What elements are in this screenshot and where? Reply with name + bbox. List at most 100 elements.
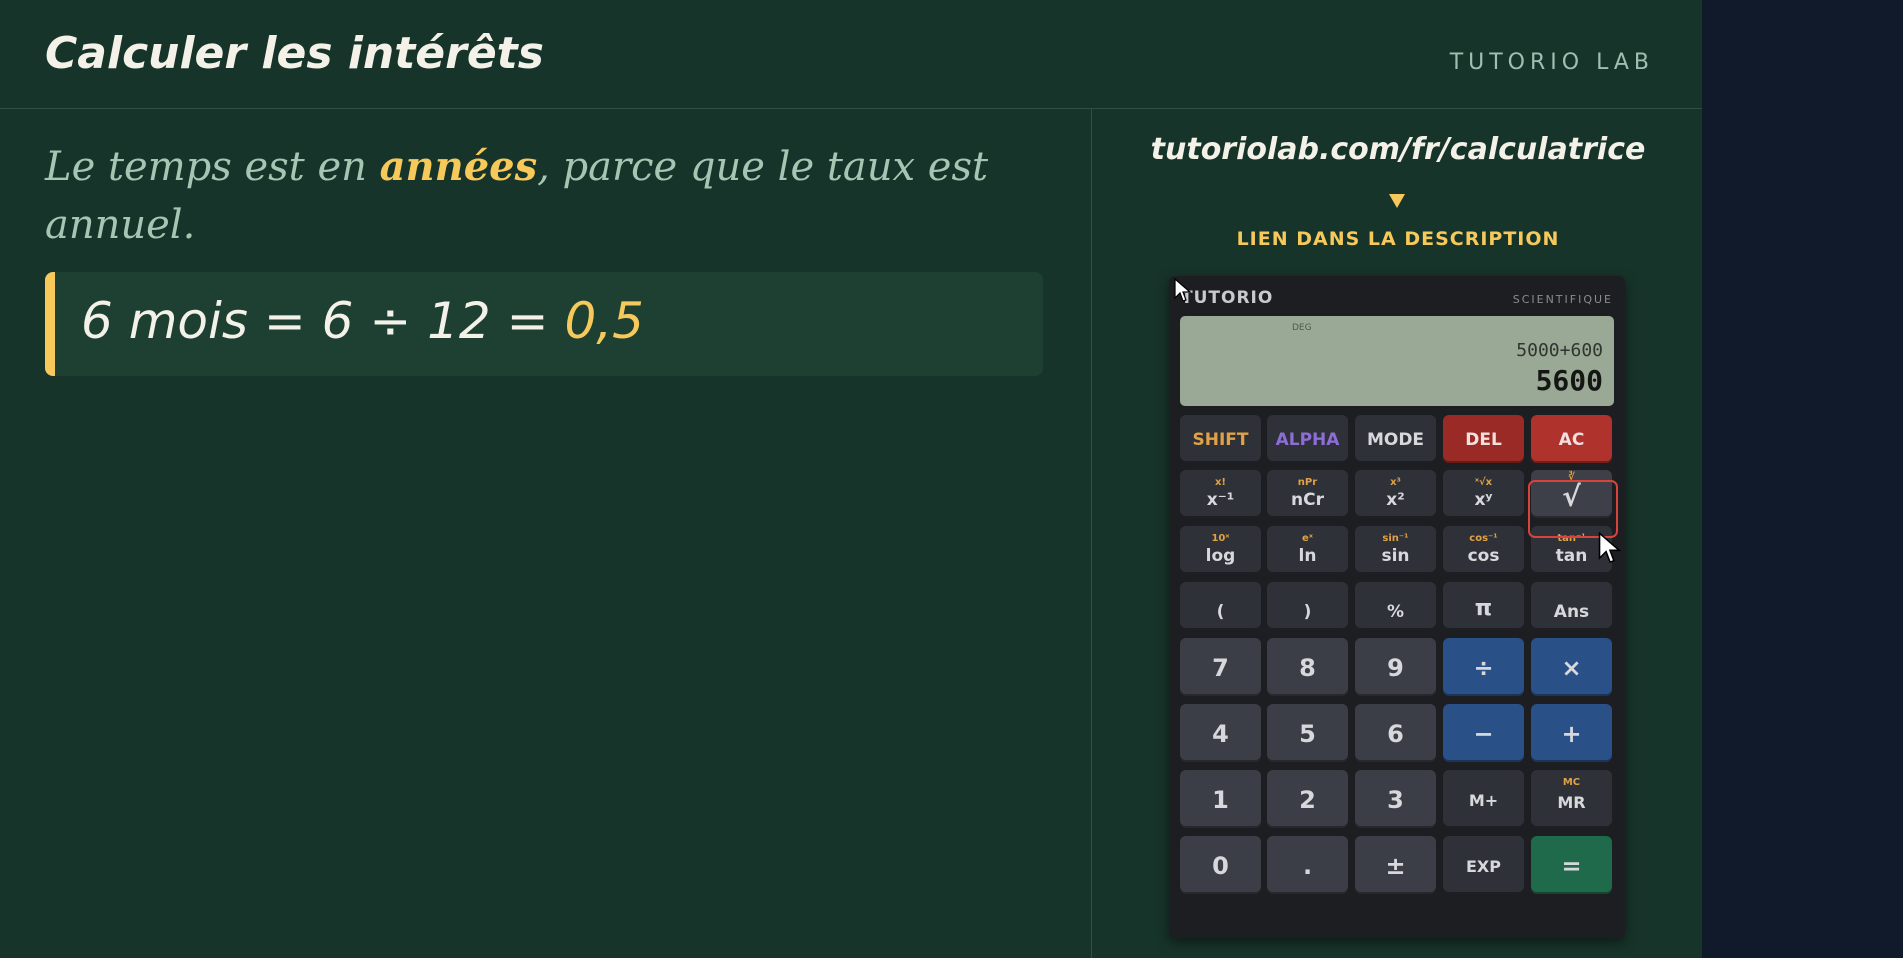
minus-key[interactable]: − <box>1443 704 1524 762</box>
del-key-label: DEL <box>1465 430 1502 450</box>
formula-answer: 0,5 <box>564 292 644 350</box>
digit-8-label: 8 <box>1299 654 1316 682</box>
memory-recall-label: MR <box>1557 793 1586 812</box>
log-key[interactable]: 10ˣ log <box>1180 526 1261 574</box>
ac-key[interactable]: AC <box>1531 415 1612 463</box>
column-divider <box>1091 108 1092 958</box>
digit-7-key[interactable]: 7 <box>1180 638 1261 696</box>
ln-key[interactable]: eˣ ln <box>1267 526 1348 574</box>
factorial-sublabel: x! <box>1214 477 1226 488</box>
calculator-url: tutoriolab.com/fr/calculatrice <box>1150 132 1646 167</box>
equals-label: = <box>1561 852 1582 880</box>
mode-key[interactable]: MODE <box>1355 415 1436 463</box>
ten-power-sublabel: 10ˣ <box>1211 533 1230 544</box>
right-paren-label: ) <box>1303 602 1312 622</box>
memory-recall-key[interactable]: MC MR <box>1531 770 1612 828</box>
ans-label: Ans <box>1553 602 1590 622</box>
minus-label: − <box>1473 720 1494 748</box>
display-result: 5600 <box>1535 364 1603 397</box>
digit-5-key[interactable]: 5 <box>1267 704 1348 762</box>
ac-key-label: AC <box>1558 430 1585 450</box>
digit-3-label: 3 <box>1387 786 1404 814</box>
calculator-model: SCIENTIFIQUE <box>1512 293 1613 306</box>
sin-key[interactable]: sin⁻¹ sin <box>1355 526 1436 574</box>
divide-key[interactable]: ÷ <box>1443 638 1524 696</box>
arccos-sublabel: cos⁻¹ <box>1469 533 1498 544</box>
formula: 6 mois = 6 ÷ 12 = 0,5 <box>81 292 644 350</box>
square-key[interactable]: x³ x² <box>1355 470 1436 518</box>
explanation-highlight: années <box>379 143 538 190</box>
negate-key[interactable]: ± <box>1355 836 1436 894</box>
decimal-label: . <box>1302 852 1313 880</box>
memory-plus-key[interactable]: M+ <box>1443 770 1524 828</box>
calculator-display: DEG 5000+600 5600 <box>1180 316 1614 406</box>
pi-key[interactable]: π <box>1443 582 1524 630</box>
digit-7-label: 7 <box>1212 654 1229 682</box>
decimal-key[interactable]: . <box>1267 836 1348 894</box>
digit-5-label: 5 <box>1299 720 1316 748</box>
equals-key[interactable]: = <box>1531 836 1612 894</box>
percent-label: % <box>1386 602 1405 622</box>
digit-2-key[interactable]: 2 <box>1267 770 1348 828</box>
digit-0-key[interactable]: 0 <box>1180 836 1261 894</box>
del-key[interactable]: DEL <box>1443 415 1524 463</box>
right-margin <box>1702 0 1903 958</box>
mode-key-label: MODE <box>1366 430 1425 450</box>
ncr-key[interactable]: nPr nCr <box>1267 470 1348 518</box>
memory-clear-sublabel: MC <box>1562 777 1581 788</box>
pi-label: π <box>1474 596 1493 621</box>
square-key-label: x² <box>1386 490 1405 510</box>
plus-label: + <box>1561 720 1582 748</box>
explanation-part-1: Le temps est en <box>45 144 380 190</box>
calculator-brand: TUTORIO <box>1181 288 1274 308</box>
digit-9-key[interactable]: 9 <box>1355 638 1436 696</box>
negate-label: ± <box>1385 852 1406 880</box>
sqrt-key-highlight <box>1528 480 1618 538</box>
digit-1-label: 1 <box>1212 786 1229 814</box>
inverse-key[interactable]: x! x⁻¹ <box>1180 470 1261 518</box>
calculator: TUTORIO SCIENTIFIQUE DEG 5000+600 5600 S… <box>1169 276 1625 938</box>
digit-1-key[interactable]: 1 <box>1180 770 1261 828</box>
cos-key[interactable]: cos⁻¹ cos <box>1443 526 1524 574</box>
link-in-description-label: LIEN DANS LA DESCRIPTION <box>1236 228 1560 250</box>
npr-sublabel: nPr <box>1297 477 1318 488</box>
left-paren-label: ( <box>1216 602 1225 622</box>
exp-sublabel: eˣ <box>1302 533 1313 544</box>
digit-4-key[interactable]: 4 <box>1180 704 1261 762</box>
left-paren-key[interactable]: ( <box>1180 582 1261 630</box>
exp-label: EXP <box>1466 857 1501 876</box>
memory-plus-label: M+ <box>1468 791 1499 810</box>
digit-3-key[interactable]: 3 <box>1355 770 1436 828</box>
alpha-key[interactable]: ALPHA <box>1267 415 1348 463</box>
digit-6-label: 6 <box>1387 720 1404 748</box>
exp-key[interactable]: EXP <box>1443 836 1524 894</box>
multiply-key[interactable]: × <box>1531 638 1612 696</box>
slide-title: Calculer les intérêts <box>45 28 544 79</box>
slide-header: Calculer les intérêts TUTORIO LAB <box>0 0 1702 109</box>
arrow-down-icon <box>1389 194 1405 208</box>
explanation-text: Le temps est en années, parce que le tau… <box>45 138 1005 254</box>
digit-8-key[interactable]: 8 <box>1267 638 1348 696</box>
digit-4-label: 4 <box>1212 720 1229 748</box>
digit-6-key[interactable]: 6 <box>1355 704 1436 762</box>
shift-key[interactable]: SHIFT <box>1180 415 1261 463</box>
digit-0-label: 0 <box>1212 852 1229 880</box>
percent-key[interactable]: % <box>1355 582 1436 630</box>
shift-key-label: SHIFT <box>1192 430 1249 450</box>
sin-key-label: sin <box>1381 546 1410 566</box>
digit-9-label: 9 <box>1387 654 1404 682</box>
alpha-key-label: ALPHA <box>1275 430 1340 450</box>
inverse-key-label: x⁻¹ <box>1206 490 1235 510</box>
power-key[interactable]: ˣ√x xʸ <box>1443 470 1524 518</box>
plus-key[interactable]: + <box>1531 704 1612 762</box>
formula-accent-bar <box>45 272 55 376</box>
formula-box: 6 mois = 6 ÷ 12 = 0,5 <box>45 272 1043 376</box>
ans-key[interactable]: Ans <box>1531 582 1612 630</box>
brand-logo-text: TUTORIO LAB <box>1449 50 1654 75</box>
ln-key-label: ln <box>1298 546 1317 566</box>
angle-mode-indicator: DEG <box>1292 323 1312 333</box>
formula-expression: 6 mois = 6 ÷ 12 = <box>81 292 565 350</box>
right-paren-key[interactable]: ) <box>1267 582 1348 630</box>
multiply-label: × <box>1561 654 1582 682</box>
divide-label: ÷ <box>1473 654 1494 682</box>
